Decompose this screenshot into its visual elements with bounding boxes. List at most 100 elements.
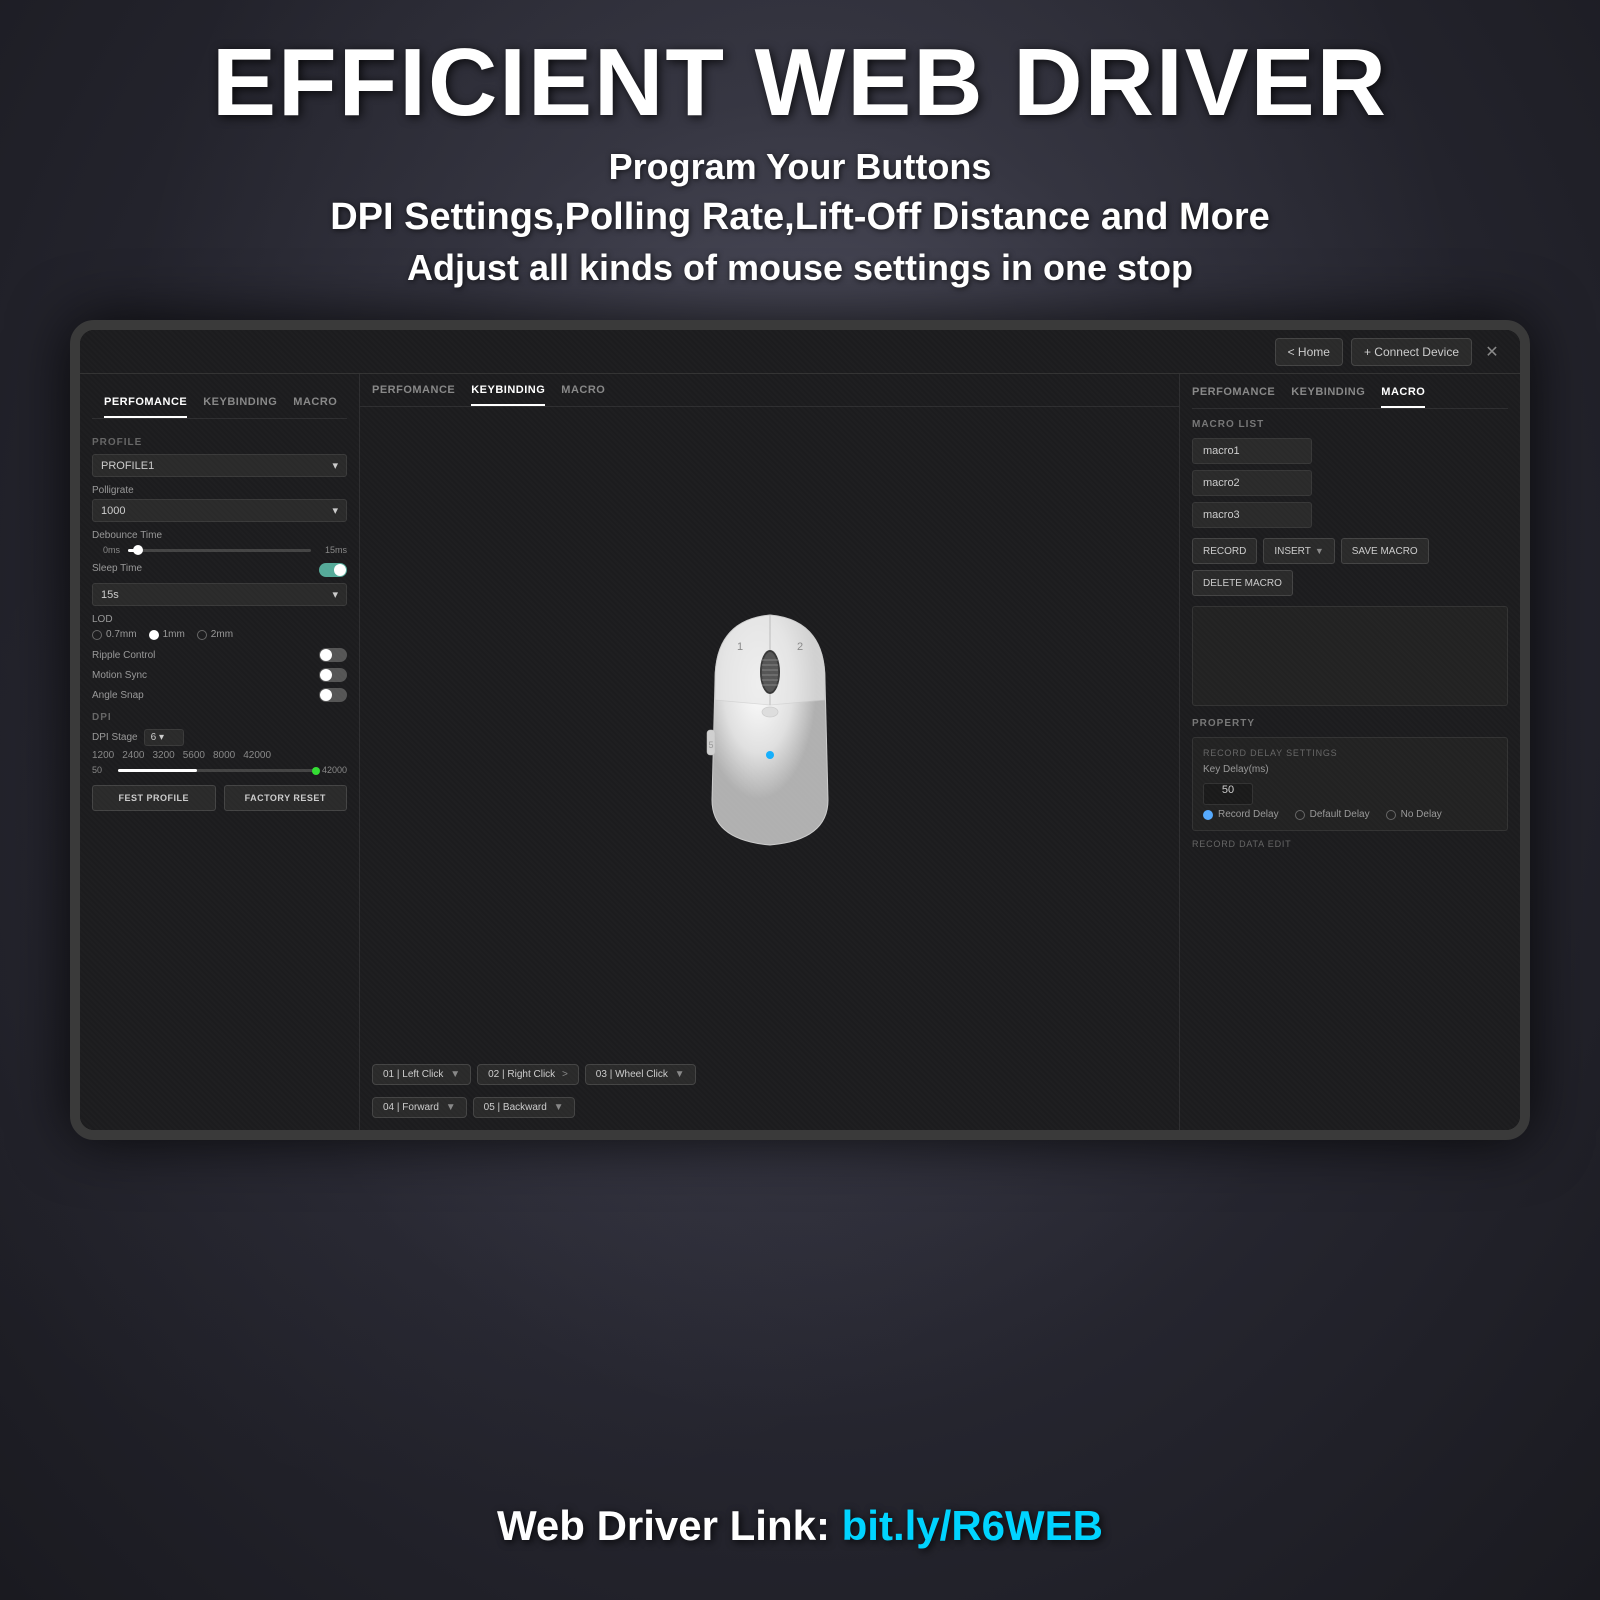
delete-macro-button[interactable]: DELETE MACRO	[1192, 570, 1293, 596]
tab-macro-left[interactable]: MACRO	[293, 396, 337, 418]
lod-1mm[interactable]: 1mm	[149, 629, 185, 640]
close-icon[interactable]: ✕	[1480, 340, 1504, 364]
dpi-values: 1200 2400 3200 5600 8000 42000	[92, 750, 347, 761]
profile-section-label: PROFILE	[92, 437, 347, 448]
mouse-btn-01[interactable]: 01 | Left Click ▼	[372, 1064, 471, 1085]
bottom-buttons: FEST PROFILE FACTORY RESET	[92, 785, 347, 811]
main-content: PERFOMANCE KEYBINDING MACRO PROFILE PROF…	[80, 374, 1520, 1130]
tab-macro-center[interactable]: MACRO	[561, 384, 605, 406]
ripple-toggle[interactable]	[319, 648, 347, 662]
property-section: RECORD DELAY SETTINGS Key Delay(ms) 50 R…	[1192, 737, 1508, 831]
motion-row: Motion Sync	[92, 668, 347, 682]
subtitle3: Adjust all kinds of mouse settings in on…	[0, 247, 1600, 289]
dpi-stage-row: DPI Stage 6 ▾	[92, 729, 347, 746]
dpi-track[interactable]	[118, 769, 316, 772]
svg-text:2: 2	[796, 641, 802, 653]
delay-record[interactable]: Record Delay	[1203, 809, 1279, 820]
delay-record-radio	[1203, 810, 1213, 820]
macro-editor[interactable]	[1192, 606, 1508, 706]
sleep-row: Sleep Time	[92, 563, 347, 577]
mouse-button-row: 01 | Left Click ▼ 02 | Right Click > 03 …	[360, 1052, 1179, 1097]
key-delay-input[interactable]: 50	[1203, 783, 1253, 805]
delay-default-radio	[1295, 810, 1305, 820]
ripple-label: Ripple Control	[92, 650, 155, 661]
dpi-max: 42000	[322, 765, 347, 775]
svg-text:1: 1	[736, 641, 742, 653]
dpi-stage-label: DPI Stage	[92, 732, 138, 743]
ripple-row: Ripple Control	[92, 648, 347, 662]
polligrate-field: 1000 ▾	[92, 499, 347, 522]
motion-label: Motion Sync	[92, 670, 147, 681]
debounce-label: Debounce Time	[92, 530, 347, 541]
macro-actions: RECORD INSERT ▼ SAVE MACRO DELETE MACRO	[1192, 538, 1508, 596]
home-label: < Home	[1288, 345, 1330, 359]
connect-label: + Connect Device	[1364, 345, 1459, 359]
debounce-track	[128, 549, 311, 552]
tab-performance-center[interactable]: PERFOMANCE	[372, 384, 455, 406]
debounce-thumb	[133, 545, 143, 555]
app-window: < Home + Connect Device ✕ PERFOMANCE KEY…	[80, 330, 1520, 1130]
dpi-green-dot	[312, 767, 320, 775]
mouse-btn-02[interactable]: 02 | Right Click >	[477, 1064, 579, 1085]
web-driver-text: Web Driver Link: bit.ly/R6WEB	[0, 1502, 1600, 1550]
sleep-select[interactable]: 15s ▾	[92, 583, 347, 606]
tab-keybinding-right[interactable]: KEYBINDING	[1291, 386, 1365, 408]
lod-2mm[interactable]: 2mm	[197, 629, 233, 640]
macro-item-2[interactable]: macro2	[1192, 470, 1312, 496]
dpi-slider-row: 50 42000	[92, 765, 347, 775]
hero-section: EFFICIENT WEB DRIVER Program Your Button…	[0, 30, 1600, 289]
macro-item-1[interactable]: macro1	[1192, 438, 1312, 464]
svg-text:5: 5	[708, 740, 713, 750]
profile-field: PROFILE1 ▾	[92, 454, 347, 477]
delay-no-radio	[1386, 810, 1396, 820]
record-delay-sublabel: RECORD DELAY SETTINGS	[1203, 748, 1497, 758]
delay-no[interactable]: No Delay	[1386, 809, 1442, 820]
tab-macro-right[interactable]: MACRO	[1381, 386, 1425, 408]
lod-label: LOD	[92, 614, 347, 625]
sleep-toggle[interactable]	[319, 563, 347, 577]
center-panel: PERFOMANCE KEYBINDING MACRO	[360, 374, 1180, 1130]
mouse-btn-03[interactable]: 03 | Wheel Click ▼	[585, 1064, 696, 1085]
mouse-btn-04[interactable]: 04 | Forward ▼	[372, 1097, 467, 1118]
insert-button[interactable]: INSERT ▼	[1263, 538, 1334, 564]
profile-select[interactable]: PROFILE1 ▾	[92, 454, 347, 477]
macro-list-label: MACRO LIST	[1192, 419, 1508, 430]
connect-device-button[interactable]: + Connect Device	[1351, 338, 1472, 366]
mouse-image: 1 2 5	[680, 600, 860, 860]
key-delay-row: Key Delay(ms)	[1203, 764, 1497, 775]
tab-performance-right[interactable]: PERFOMANCE	[1192, 386, 1275, 408]
fest-profile-button[interactable]: FEST PROFILE	[92, 785, 216, 811]
angle-toggle[interactable]	[319, 688, 347, 702]
home-button[interactable]: < Home	[1275, 338, 1343, 366]
web-driver-link[interactable]: bit.ly/R6WEB	[842, 1502, 1103, 1549]
factory-reset-button[interactable]: FACTORY RESET	[224, 785, 348, 811]
macro-item-3[interactable]: macro3	[1192, 502, 1312, 528]
left-tab-nav: PERFOMANCE KEYBINDING MACRO	[92, 386, 347, 419]
left-panel: PERFOMANCE KEYBINDING MACRO PROFILE PROF…	[80, 374, 360, 1130]
debounce-slider[interactable]: 0ms 15ms	[92, 545, 347, 555]
center-tab-nav: PERFOMANCE KEYBINDING MACRO	[360, 374, 1179, 407]
lod-radio-group: 0.7mm 1mm 2mm	[92, 629, 347, 640]
delay-default[interactable]: Default Delay	[1295, 809, 1370, 820]
motion-toggle[interactable]	[319, 668, 347, 682]
tab-keybinding-left[interactable]: KEYBINDING	[203, 396, 277, 418]
tab-keybinding-center[interactable]: KEYBINDING	[471, 384, 545, 406]
title-bar: < Home + Connect Device ✕	[80, 330, 1520, 374]
lod-1mm-radio	[149, 630, 159, 640]
debounce-max: 15ms	[319, 545, 347, 555]
angle-knob	[320, 689, 332, 701]
save-macro-button[interactable]: SAVE MACRO	[1341, 538, 1429, 564]
mouse-btn-05[interactable]: 05 | Backward ▼	[473, 1097, 575, 1118]
record-button[interactable]: RECORD	[1192, 538, 1257, 564]
tab-performance-left[interactable]: PERFOMANCE	[104, 396, 187, 418]
subtitle1: Program Your Buttons	[0, 146, 1600, 188]
lod-07mm[interactable]: 0.7mm	[92, 629, 137, 640]
key-delay-label: Key Delay(ms)	[1203, 764, 1269, 775]
polligrate-select[interactable]: 1000 ▾	[92, 499, 347, 522]
dpi-stage-select[interactable]: 6 ▾	[144, 729, 184, 746]
angle-label: Angle Snap	[92, 690, 144, 701]
sleep-label: Sleep Time	[92, 563, 142, 574]
angle-row: Angle Snap	[92, 688, 347, 702]
sleep-field: 15s ▾	[92, 583, 347, 606]
bottom-text: Web Driver Link: bit.ly/R6WEB	[0, 1502, 1600, 1550]
